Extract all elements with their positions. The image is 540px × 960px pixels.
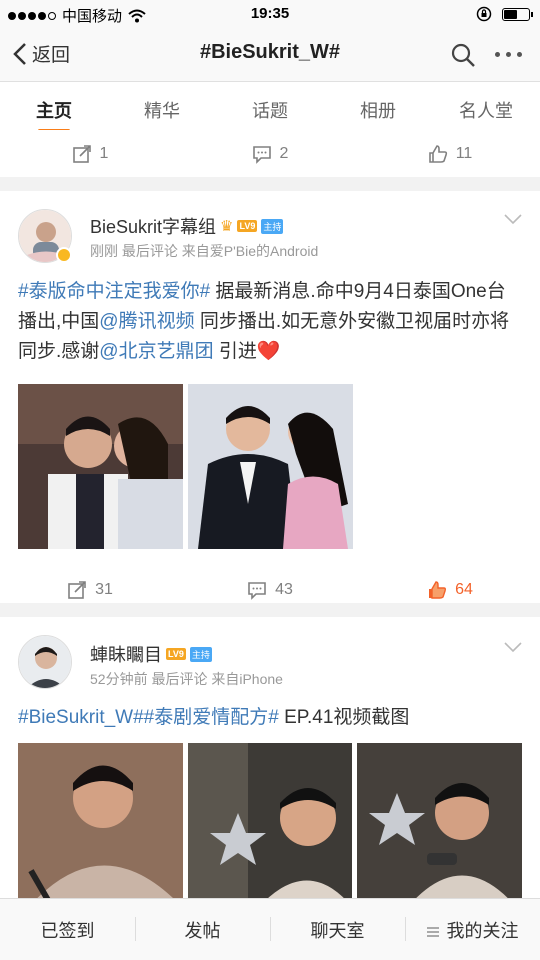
post-images <box>0 384 540 549</box>
repost-icon <box>68 581 86 599</box>
tab-hall-of-fame[interactable]: 名人堂 <box>440 82 532 135</box>
mention-link[interactable]: @腾讯视频 <box>99 311 194 332</box>
tab-topics[interactable]: 话题 <box>224 82 316 135</box>
signed-in-button[interactable]: 已签到 <box>0 917 135 943</box>
post-meta: 刚刚 最后评论 来自爱P'Bie的Android <box>90 243 319 259</box>
comment-button[interactable]: 2 <box>180 144 360 164</box>
my-follow-label: 我的关注 <box>446 920 519 941</box>
like-count: 64 <box>455 581 473 598</box>
post-image[interactable] <box>357 743 523 908</box>
comment-button[interactable]: 43 <box>180 580 360 600</box>
post-image[interactable] <box>18 743 183 908</box>
comment-icon <box>252 145 271 164</box>
comment-count: 43 <box>275 581 293 598</box>
host-badge: 主持 <box>189 646 212 662</box>
hashtag-link[interactable]: #泰版命中注定我爱你# <box>18 281 210 302</box>
repost-icon <box>72 144 91 163</box>
tab-album[interactable]: 相册 <box>332 82 424 135</box>
host-badge: 主持 <box>261 218 284 234</box>
tab-home[interactable]: 主页 <box>8 82 100 135</box>
avatar[interactable] <box>18 635 72 689</box>
repost-button[interactable]: 31 <box>0 580 180 600</box>
username[interactable]: BieSukrit字幕组 <box>90 213 216 239</box>
chevron-down-icon[interactable] <box>504 641 522 653</box>
thumbs-up-icon <box>428 144 447 163</box>
status-bar: 中国移动 19:35 <box>0 0 540 28</box>
thumbs-up-icon <box>429 581 447 599</box>
like-button[interactable]: 64 <box>360 580 540 600</box>
post-meta: 52分钟前 最后评论 来自iPhone <box>90 671 283 687</box>
chatroom-button[interactable]: 聊天室 <box>270 916 405 943</box>
post-image[interactable] <box>18 384 183 549</box>
menu-icon <box>426 925 439 939</box>
my-follow-button[interactable]: 我的关注 <box>405 916 540 943</box>
repost-count: 31 <box>95 581 113 598</box>
hashtag-link[interactable]: #BieSukrit_W# <box>18 707 144 728</box>
heart-emoji: ❤️ <box>256 341 281 362</box>
search-icon[interactable] <box>450 42 476 68</box>
bottom-toolbar: 已签到 发帖 聊天室 我的关注 <box>0 898 540 960</box>
post-card[interactable]: 蛼眛矙目 LV9 主持 52分钟前 最后评论 来自iPhone #BieSukr… <box>0 617 540 908</box>
repost-count: 1 <box>99 144 109 162</box>
crown-icon: ♛ <box>220 218 234 235</box>
chevron-down-icon[interactable] <box>504 213 522 225</box>
tab-bar: 主页 精华 话题 相册 名人堂 <box>0 82 540 136</box>
post-text: #BieSukrit_W##泰剧爱情配方# EP.41视频截图 <box>18 707 410 728</box>
username[interactable]: 蛼眛矙目 <box>90 641 162 667</box>
comment-count: 2 <box>279 144 289 162</box>
previous-post-footer: 1 2 11 <box>0 130 540 177</box>
battery-icon <box>502 7 533 21</box>
level-badge: LV9 <box>166 648 186 660</box>
verified-badge <box>56 247 72 263</box>
repost-button[interactable]: 1 <box>0 144 180 164</box>
status-time: 19:35 <box>250 5 290 22</box>
comment-icon <box>248 582 266 600</box>
orientation-lock-icon <box>476 6 492 22</box>
more-options-icon[interactable] <box>495 52 522 57</box>
post-text: #泰版命中注定我爱你# 据最新消息.命中9月4日泰国One台播出,中国@腾讯视频… <box>18 281 510 362</box>
post-image[interactable] <box>188 384 353 549</box>
like-count: 11 <box>455 144 473 162</box>
post-images <box>0 743 540 908</box>
new-post-button[interactable]: 发帖 <box>135 916 270 943</box>
post-image[interactable] <box>187 743 353 908</box>
divider <box>0 177 540 191</box>
like-button[interactable]: 11 <box>360 144 540 164</box>
level-badge: LV9 <box>237 220 258 232</box>
mention-link[interactable]: @北京艺鼎团 <box>99 341 213 362</box>
navigation-bar: 返回 #BieSukrit_W# <box>0 28 540 82</box>
post-card[interactable]: BieSukrit字幕组 ♛ LV9 主持 刚刚 最后评论 来自爱P'Bie的A… <box>0 191 540 603</box>
tab-featured[interactable]: 精华 <box>116 82 208 135</box>
divider <box>0 603 540 617</box>
hashtag-link[interactable]: #泰剧爱情配方# <box>144 707 279 728</box>
